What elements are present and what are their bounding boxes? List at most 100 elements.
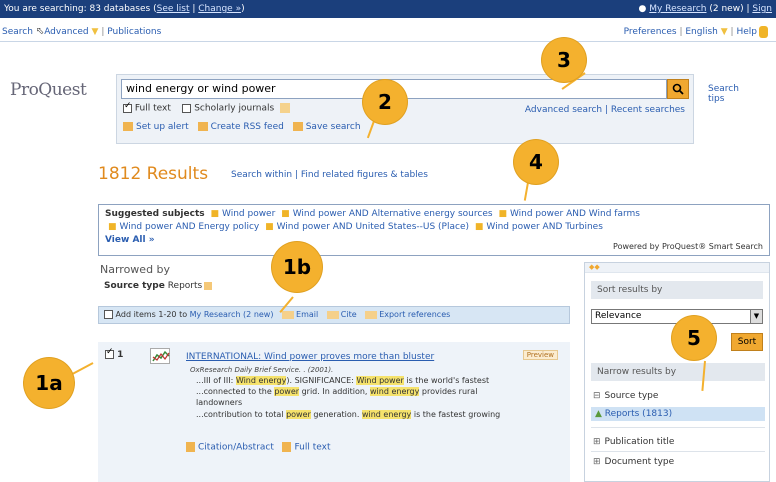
facet-document-type[interactable]: ⊞ Document type bbox=[593, 457, 674, 467]
export-button[interactable]: Export references bbox=[379, 310, 450, 319]
results-count: 1812 Results bbox=[98, 164, 209, 184]
facet-source-type[interactable]: ⊟ Source type bbox=[593, 391, 658, 401]
chart-thumbnail-icon[interactable] bbox=[150, 348, 170, 364]
facet-publication-title[interactable]: ⊞ Publication title bbox=[593, 437, 674, 447]
suggested-item[interactable]: Wind power AND Turbines bbox=[486, 222, 603, 232]
full-text-label: Full text bbox=[134, 103, 171, 114]
result-checkbox[interactable] bbox=[105, 347, 114, 359]
result-select[interactable]: 1 bbox=[105, 347, 124, 360]
snippet-text: is the fastest growing bbox=[411, 410, 501, 419]
callout-5: 5 bbox=[672, 316, 716, 360]
facet-label: Source type bbox=[604, 391, 659, 401]
reports-icon: ▲ bbox=[595, 409, 602, 419]
collapse-icon: ⊟ bbox=[593, 391, 601, 401]
search-within-link[interactable]: Search within bbox=[231, 170, 292, 180]
save-search-button[interactable]: Save search bbox=[292, 122, 361, 132]
snippet-highlight: Wind energy bbox=[235, 376, 287, 385]
result-links: Citation/Abstract Full text bbox=[186, 442, 331, 453]
see-list-link[interactable]: See list bbox=[157, 4, 190, 14]
source-type-filter: Source type Reports bbox=[104, 281, 213, 291]
search-options: Full text Scholarly journals bbox=[123, 101, 291, 114]
suggested-item[interactable]: Wind power AND United States--US (Place) bbox=[277, 222, 469, 232]
cite-icon bbox=[326, 310, 339, 319]
result-title-link[interactable]: INTERNATIONAL: Wind power proves more th… bbox=[186, 352, 434, 362]
advanced-search-link[interactable]: Advanced search bbox=[525, 105, 602, 115]
sort-value: Relevance bbox=[595, 311, 642, 321]
collapse-handle-icon[interactable]: ◆◆ bbox=[585, 263, 769, 273]
snippet-line: ...III of III: Wind energy). SIGNIFICANC… bbox=[196, 376, 489, 385]
proquest-logo[interactable]: ProQuest bbox=[10, 80, 87, 100]
sign-link[interactable]: Sign bbox=[752, 4, 772, 14]
scholarly-label: Scholarly journals bbox=[194, 103, 275, 114]
create-rss-button[interactable]: Create RSS feed bbox=[197, 122, 284, 132]
search-icon bbox=[672, 83, 684, 95]
nav-search[interactable]: Search bbox=[2, 27, 33, 37]
snippet-text: provides rural bbox=[419, 387, 478, 396]
email-icon bbox=[282, 310, 295, 319]
recent-searches-link[interactable]: Recent searches bbox=[611, 105, 685, 115]
citation-icon bbox=[186, 442, 195, 452]
search-tools: Set up alert Create RSS feed Save search bbox=[123, 122, 367, 132]
snippet-highlight: power bbox=[286, 410, 311, 419]
info-icon[interactable] bbox=[280, 103, 291, 113]
snippet-text: ...contribution to total bbox=[196, 410, 287, 419]
save-search-label: Save search bbox=[305, 122, 361, 132]
cite-button[interactable]: Cite bbox=[341, 310, 357, 319]
view-all-link[interactable]: View All » bbox=[105, 235, 155, 245]
email-button[interactable]: Email bbox=[296, 310, 318, 319]
chevron-down-icon[interactable]: ▼ bbox=[750, 310, 762, 323]
sort-button[interactable]: Sort bbox=[731, 333, 763, 351]
full-text-link[interactable]: Full text bbox=[294, 443, 330, 453]
my-research-link[interactable]: My Research bbox=[649, 4, 706, 14]
right-sidebar: ◆◆ Sort results by Relevance ▼ Sort Narr… bbox=[584, 262, 770, 482]
search-button[interactable] bbox=[667, 79, 689, 99]
action-bar: Add items 1-20 to My Research (2 new) Em… bbox=[98, 306, 570, 324]
expand-icon: ⊞ bbox=[593, 457, 601, 467]
help-icon[interactable] bbox=[759, 25, 768, 38]
nav-right: Preferences | English ▼ | Help bbox=[624, 22, 768, 42]
citation-abstract-link[interactable]: Citation/Abstract bbox=[198, 443, 274, 453]
suggested-item[interactable]: Wind power AND Wind farms bbox=[510, 209, 640, 219]
searching-text: You are searching: 83 databases bbox=[4, 4, 151, 14]
nav-advanced[interactable]: Advanced bbox=[44, 27, 88, 37]
nav-row: Search ⬁Advanced ▼ | Publications Prefer… bbox=[0, 22, 776, 42]
change-link[interactable]: Change » bbox=[198, 4, 241, 14]
dropdown-arrow-icon[interactable]: ▼ bbox=[92, 27, 99, 37]
suggested-item[interactable]: Wind power AND Energy policy bbox=[120, 222, 260, 232]
callout-1a: 1a bbox=[24, 358, 74, 408]
nav-publications[interactable]: Publications bbox=[107, 27, 161, 37]
sort-select[interactable]: Relevance ▼ bbox=[591, 309, 763, 324]
create-rss-label: Create RSS feed bbox=[210, 122, 284, 132]
my-research-count: (2 new) bbox=[709, 4, 744, 14]
facet-label: Document type bbox=[604, 457, 675, 467]
remove-filter-icon[interactable] bbox=[204, 281, 213, 290]
snippet-text: is the world's fastest bbox=[403, 376, 490, 385]
rss-icon bbox=[197, 122, 208, 131]
callout-1b: 1b bbox=[272, 242, 322, 292]
save-icon bbox=[292, 122, 303, 131]
suggested-item[interactable]: Wind power bbox=[222, 209, 275, 219]
set-up-alert-button[interactable]: Set up alert bbox=[123, 122, 189, 132]
snippet-text: grid. In addition, bbox=[299, 387, 371, 396]
select-all-checkbox[interactable] bbox=[104, 310, 113, 319]
find-related-link[interactable]: Find related figures & tables bbox=[301, 170, 428, 180]
preferences-link[interactable]: Preferences bbox=[624, 27, 677, 37]
search-tips-link[interactable]: Search tips bbox=[708, 84, 748, 104]
suggested-item[interactable]: Wind power AND Alternative energy source… bbox=[293, 209, 493, 219]
snippet-text: generation. bbox=[310, 410, 362, 419]
snippet-text: ). SIGNIFICANCE: bbox=[286, 376, 357, 385]
full-text-checkbox[interactable] bbox=[123, 101, 132, 113]
dropdown-arrow-icon[interactable]: ▼ bbox=[721, 27, 728, 37]
snippet-highlight: wind energy bbox=[370, 387, 420, 396]
scholarly-checkbox[interactable] bbox=[182, 103, 192, 113]
source-type-value: Reports bbox=[167, 281, 203, 291]
help-link[interactable]: Help bbox=[736, 27, 757, 37]
language-select[interactable]: English bbox=[685, 27, 718, 37]
topbar-right: ● My Research (2 new) | Sign bbox=[638, 4, 772, 14]
preview-button[interactable]: Preview bbox=[522, 350, 558, 360]
result-number: 1 bbox=[117, 350, 124, 360]
full-text-icon bbox=[282, 442, 292, 452]
facet-reports[interactable]: ▲ Reports (1813) bbox=[591, 407, 765, 421]
my-research-action[interactable]: My Research (2 new) bbox=[190, 310, 274, 319]
top-bar: You are searching: 83 databases (See lis… bbox=[0, 0, 776, 18]
